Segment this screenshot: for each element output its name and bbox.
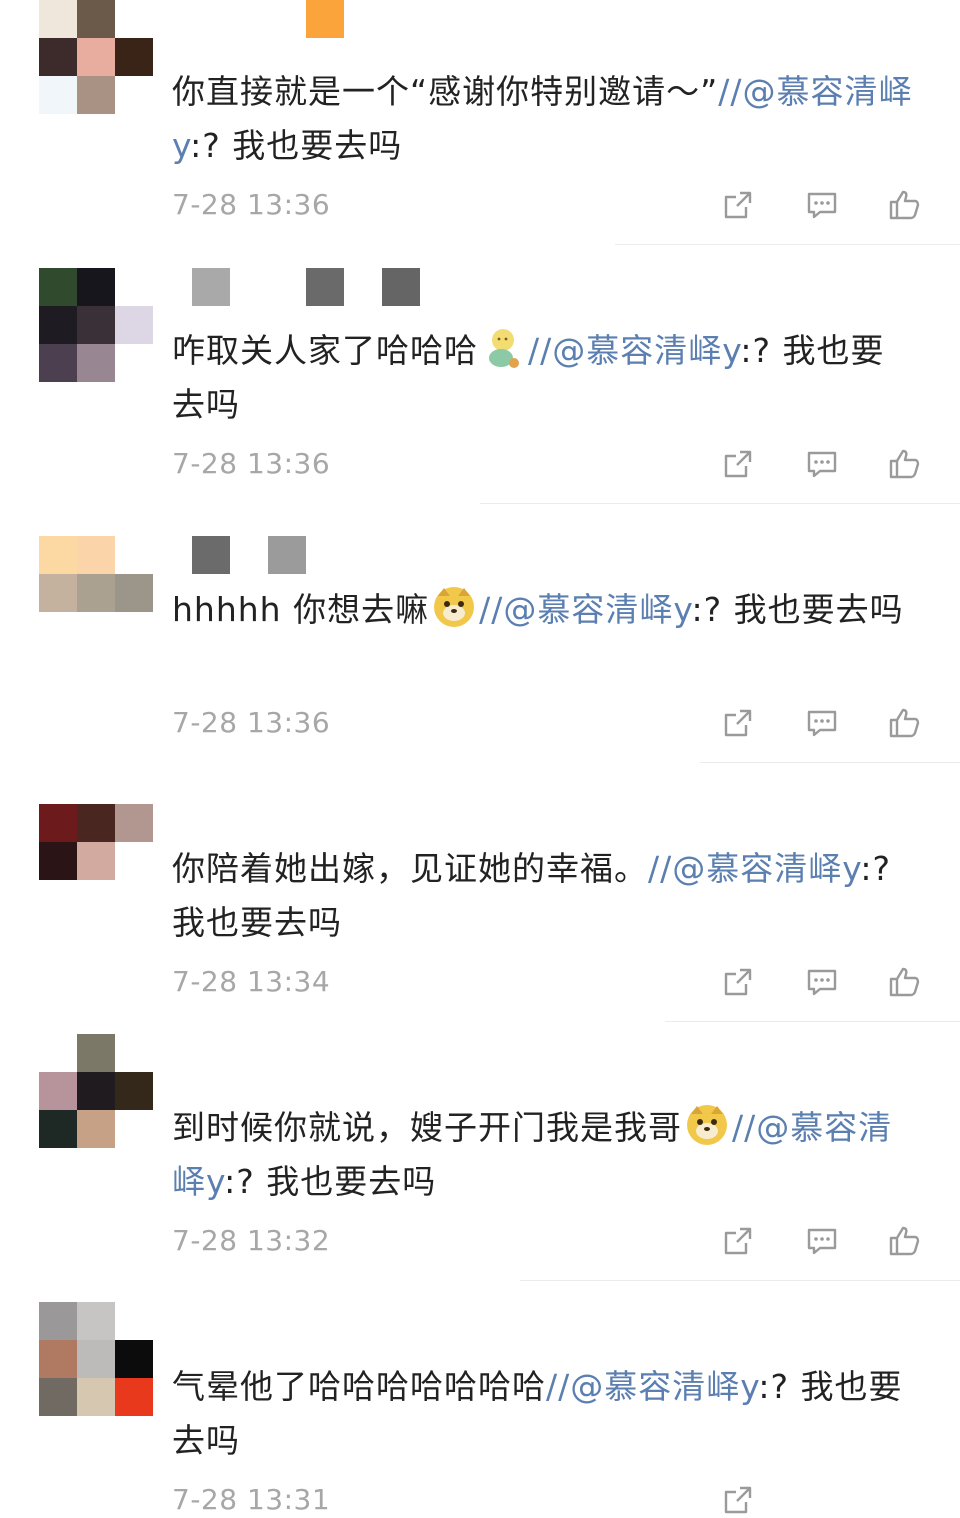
- divider: [700, 762, 960, 763]
- divider: [615, 244, 960, 245]
- share-icon: [724, 968, 752, 996]
- comment-text: 气晕他了哈哈哈哈哈哈哈//@慕容清峄y:? 我也要去吗: [172, 1367, 903, 1460]
- comment-icon: [807, 1228, 837, 1255]
- timestamp: 7-28 13:36: [172, 706, 331, 739]
- doge-emoji-icon: [687, 1105, 727, 1145]
- action-bar: [718, 962, 928, 1002]
- thumbs-up-icon: [889, 190, 920, 220]
- avatar[interactable]: [39, 1034, 153, 1148]
- baby-emoji-icon: [489, 329, 519, 368]
- share-icon: [724, 709, 752, 737]
- timestamp: 7-28 13:36: [172, 188, 331, 221]
- action-bar: [718, 703, 928, 743]
- share-button[interactable]: [718, 1480, 758, 1518]
- share-button[interactable]: [718, 444, 758, 484]
- like-button[interactable]: [885, 185, 925, 225]
- like-button[interactable]: [885, 1221, 925, 1261]
- action-bar: [718, 1480, 928, 1518]
- timestamp: 7-28 13:34: [172, 965, 331, 998]
- comment-icon: [807, 969, 837, 996]
- timestamp: 7-28 13:32: [172, 1224, 331, 1257]
- avatar[interactable]: [39, 268, 153, 382]
- share-icon: [724, 191, 752, 219]
- timestamp: 7-28 13:36: [172, 447, 331, 480]
- mention-link[interactable]: //@慕容清峄y: [528, 331, 740, 370]
- comment-text: 你陪着她出嫁，见证她的幸福。//@慕容清峄y:? 我也要去吗: [172, 849, 892, 942]
- action-bar: [718, 1221, 928, 1261]
- like-button[interactable]: [885, 962, 925, 1002]
- comment-text: hhhhh 你想去嘛//@慕容清峄y:? 我也要去吗: [172, 583, 917, 637]
- mention-link[interactable]: //@慕容清峄y: [546, 1367, 758, 1406]
- timestamp: 7-28 13:31: [172, 1483, 331, 1516]
- comment-text: 到时候你就说，嫂子开门我是我哥//@慕容清峄y:? 我也要去吗: [172, 1101, 917, 1209]
- comment-icon: [807, 192, 837, 219]
- thumbs-up-icon: [889, 1226, 920, 1256]
- thumbs-up-icon: [889, 708, 920, 738]
- divider: [480, 503, 960, 504]
- action-bar: [718, 444, 928, 484]
- avatar[interactable]: [39, 1302, 153, 1416]
- share-icon: [724, 1227, 752, 1255]
- share-button[interactable]: [718, 703, 758, 743]
- share-button[interactable]: [718, 185, 758, 225]
- comment-button[interactable]: [802, 962, 842, 1002]
- like-button[interactable]: [885, 444, 925, 484]
- avatar[interactable]: [39, 0, 153, 114]
- divider: [665, 1021, 960, 1022]
- avatar[interactable]: [39, 804, 153, 918]
- doge-emoji-icon: [434, 587, 475, 627]
- mention-link[interactable]: //@慕容清峄y: [648, 849, 860, 888]
- comment-button[interactable]: [802, 185, 842, 225]
- share-button[interactable]: [718, 962, 758, 1002]
- like-button[interactable]: [885, 703, 925, 743]
- comment-button[interactable]: [802, 1221, 842, 1261]
- comment-button[interactable]: [802, 444, 842, 484]
- share-icon: [724, 1486, 752, 1514]
- comment-text: 你直接就是一个“感谢你特别邀请～”//@慕容清峄y:? 我也要去吗: [172, 72, 913, 165]
- mention-link[interactable]: //@慕容清峄y: [479, 590, 691, 629]
- comment-icon: [807, 710, 837, 737]
- comment-text: 咋取关人家了哈哈哈//@慕容清峄y:? 我也要去吗: [172, 324, 917, 432]
- share-icon: [724, 450, 752, 478]
- thumbs-up-icon: [889, 967, 920, 997]
- comment-icon: [807, 451, 837, 478]
- action-bar: [718, 185, 928, 225]
- avatar[interactable]: [39, 536, 153, 650]
- comment-button[interactable]: [802, 703, 842, 743]
- thumbs-up-icon: [889, 449, 920, 479]
- divider: [520, 1280, 960, 1281]
- share-button[interactable]: [718, 1221, 758, 1261]
